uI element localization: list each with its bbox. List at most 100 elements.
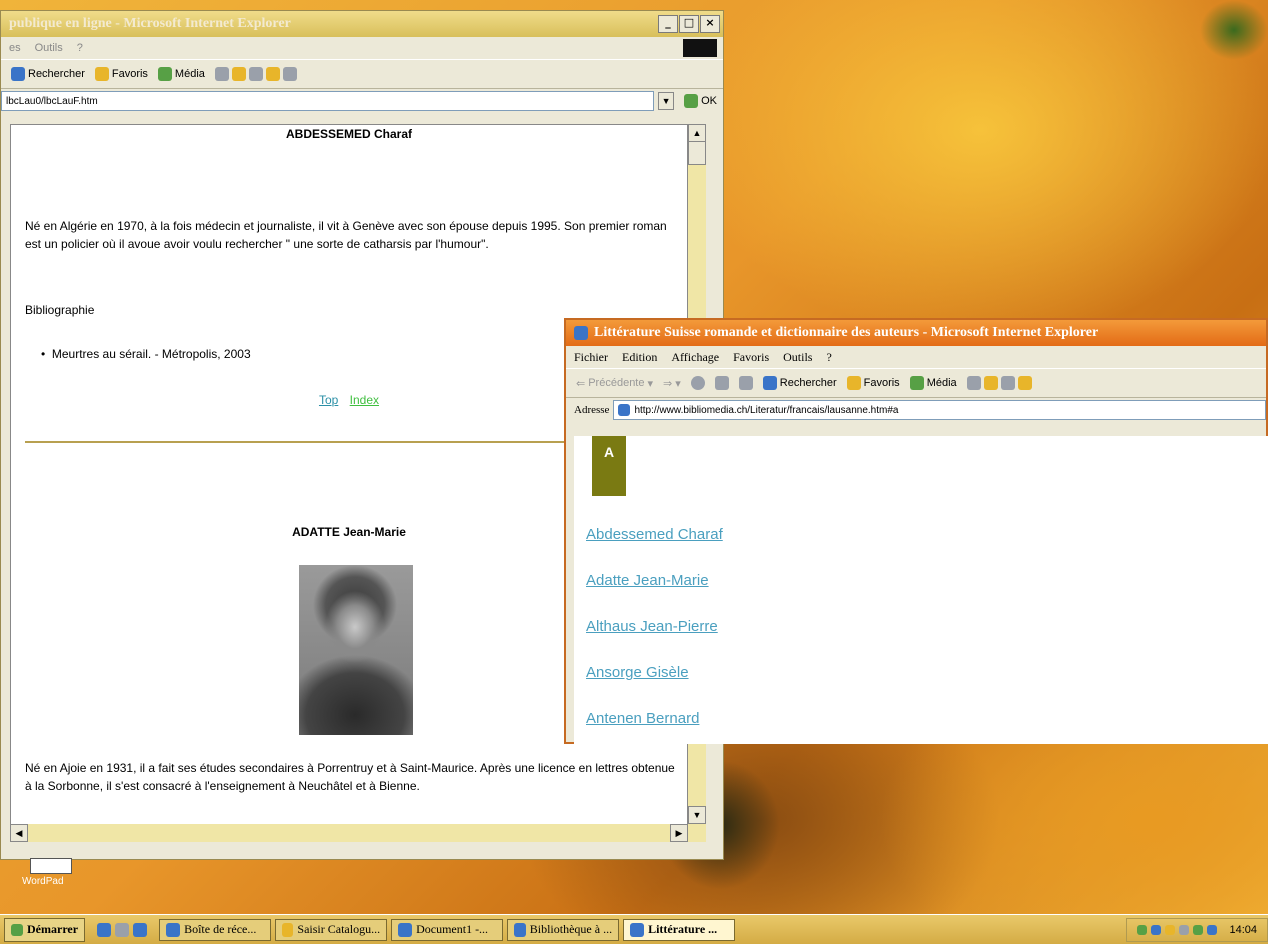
show-desktop-icon[interactable]: [97, 922, 112, 937]
wordpad-label[interactable]: WordPad: [22, 876, 64, 887]
edit-icon: [1017, 376, 1032, 390]
browser-window-front[interactable]: Littérature Suisse romande et dictionnai…: [564, 318, 1268, 744]
window-front-titlebar[interactable]: Littérature Suisse romande et dictionnai…: [566, 320, 1266, 346]
word-icon: [398, 922, 413, 937]
mail-icon: [983, 376, 998, 390]
go-button[interactable]: OK: [678, 94, 723, 108]
menu-item-edit[interactable]: es: [9, 42, 21, 54]
taskbar: Démarrer Boîte de réce... Saisir Catalog…: [0, 914, 1268, 944]
taskbar-item-active[interactable]: Littérature ...: [623, 918, 736, 941]
back-arrow-icon: ⇐: [576, 377, 586, 390]
tray-icon[interactable]: [1179, 924, 1190, 935]
author-link[interactable]: Abdessemed Charaf: [586, 526, 723, 543]
home-button[interactable]: [738, 376, 753, 390]
search-icon: [762, 376, 777, 390]
menu-item-view[interactable]: Affichage: [671, 350, 719, 365]
tray-icon[interactable]: [1151, 924, 1162, 935]
ie-icon[interactable]: [133, 922, 148, 937]
stop-button[interactable]: [690, 376, 705, 390]
refresh-icon: [714, 376, 729, 390]
toolbar-extra-buttons[interactable]: [966, 376, 1032, 390]
page-icon: [618, 404, 631, 416]
taskbar-item[interactable]: Saisir Catalogu...: [275, 918, 388, 941]
back-button[interactable]: ⇐ Précédente ▾: [576, 377, 653, 390]
windows-logo-icon: [683, 39, 717, 57]
favorites-icon: [94, 67, 109, 81]
author-link[interactable]: Adatte Jean-Marie: [586, 572, 709, 589]
app-icon: [282, 922, 294, 937]
media-icon: [909, 376, 924, 390]
window-front-content: A Abdessemed Charaf Adatte Jean-Marie Al…: [574, 436, 1268, 744]
tray-icon[interactable]: [1137, 924, 1148, 935]
letter-index-block: A: [592, 436, 626, 496]
taskbar-item[interactable]: Document1 -...: [391, 918, 504, 941]
scroll-up-arrow[interactable]: ▲: [688, 124, 706, 142]
close-button[interactable]: ×: [700, 15, 720, 33]
toolbar-extra-buttons[interactable]: [214, 67, 297, 81]
clock[interactable]: 14:04: [1229, 924, 1257, 936]
author-link[interactable]: Antenen Bernard: [586, 710, 699, 727]
window-back-menubar: es Outils ?: [1, 37, 723, 59]
search-button[interactable]: Rechercher: [762, 376, 837, 390]
edit-icon: [265, 67, 280, 81]
author-bio: Né en Algérie en 1970, à la fois médecin…: [25, 219, 667, 251]
system-tray: 14:04: [1126, 917, 1268, 942]
tray-icon[interactable]: [1193, 924, 1204, 935]
mail-icon: [231, 67, 246, 81]
window-back-title: publique en ligne - Microsoft Internet E…: [9, 16, 291, 31]
print-icon: [248, 67, 263, 81]
taskbar-item[interactable]: Bibliothèque à ...: [507, 918, 620, 941]
start-button[interactable]: Démarrer: [4, 917, 86, 942]
media-button[interactable]: Média: [157, 67, 205, 81]
address-input[interactable]: lbcLau0/lbcLauF.htm: [1, 91, 655, 111]
discuss-icon: [282, 67, 297, 81]
search-icon: [11, 67, 25, 81]
top-link[interactable]: Top: [319, 393, 338, 407]
menu-item-file[interactable]: Fichier: [574, 350, 608, 365]
scroll-right-arrow[interactable]: ▶: [670, 824, 688, 842]
window-front-toolbar: ⇐ Précédente ▾ ⇒ ▾ Rechercher Favoris Média: [566, 368, 1266, 398]
menu-item-tools[interactable]: Outils: [783, 350, 812, 365]
menu-item-help[interactable]: ?: [826, 350, 831, 365]
ie-icon: [630, 922, 645, 937]
menu-item-tools[interactable]: Outils: [35, 42, 63, 54]
window-front-addressbar: Adresse http://www.bibliomedia.ch/Litera…: [566, 398, 1266, 422]
horizontal-scrollbar[interactable]: ◀ ▶: [10, 824, 688, 842]
tray-icon[interactable]: [1165, 924, 1176, 935]
window-back-titlebar[interactable]: publique en ligne - Microsoft Internet E…: [1, 11, 723, 37]
author-link[interactable]: Althaus Jean-Pierre: [586, 618, 718, 635]
menu-item-favorites[interactable]: Favoris: [733, 350, 769, 365]
favorites-button[interactable]: Favoris: [94, 67, 148, 81]
author-bio: Né en Ajoie en 1931, il a fait ses étude…: [25, 761, 675, 793]
scroll-left-arrow[interactable]: ◀: [10, 824, 28, 842]
favorites-button[interactable]: Favoris: [846, 376, 900, 390]
wordpad-desktop-icon[interactable]: [30, 858, 72, 874]
print-icon: [1000, 376, 1015, 390]
forward-button[interactable]: ⇒ ▾: [663, 377, 681, 390]
taskbar-item[interactable]: Boîte de réce...: [159, 918, 272, 941]
search-button[interactable]: Rechercher: [11, 67, 85, 81]
menu-item-help[interactable]: ?: [77, 42, 83, 54]
mail-icon: [166, 922, 181, 937]
window-front-menubar: Fichier Edition Affichage Favoris Outils…: [566, 346, 1266, 368]
volume-icon[interactable]: [1207, 924, 1218, 935]
outlook-icon[interactable]: [115, 922, 130, 937]
index-link[interactable]: Index: [350, 393, 379, 407]
address-input[interactable]: http://www.bibliomedia.ch/Literatur/fran…: [613, 400, 1266, 420]
address-dropdown[interactable]: ▼: [658, 92, 675, 110]
scroll-down-arrow[interactable]: ▼: [688, 806, 706, 824]
bibliography-label: Bibliographie: [25, 303, 95, 317]
scroll-thumb[interactable]: [688, 141, 706, 165]
refresh-button[interactable]: [714, 376, 729, 390]
menu-item-edit[interactable]: Edition: [622, 350, 657, 365]
ie-icon: [574, 326, 588, 340]
minimize-button[interactable]: _: [658, 15, 678, 33]
maximize-button[interactable]: □: [679, 15, 699, 33]
author-link[interactable]: Ansorge Gisèle: [586, 664, 689, 681]
author-photo: [299, 565, 413, 735]
author-heading: ABDESSEMED Charaf: [285, 127, 413, 141]
media-button[interactable]: Média: [909, 376, 957, 390]
forward-arrow-icon: ⇒: [663, 377, 673, 390]
window-back-toolbar: Rechercher Favoris Média: [1, 59, 723, 89]
favorites-icon: [846, 376, 861, 390]
